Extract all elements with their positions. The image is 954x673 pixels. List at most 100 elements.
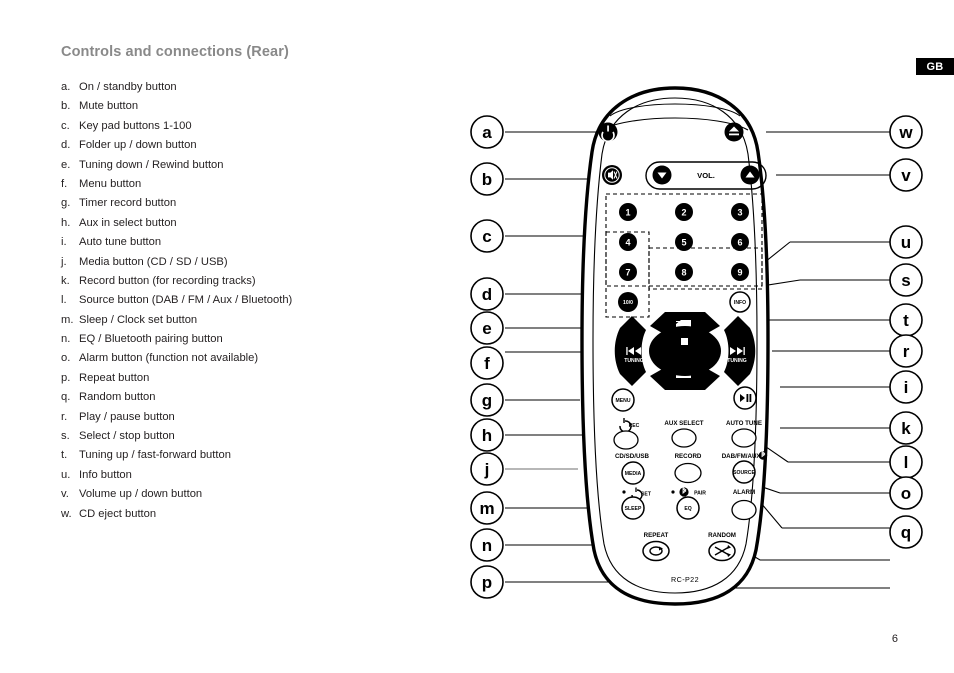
eq-button[interactable]: EQ: [676, 496, 700, 520]
keypad-button-label: 1: [625, 208, 630, 218]
list-item: f. Menu button: [61, 175, 391, 194]
tuning-up-sign: +: [735, 366, 739, 373]
list-item-key: w.: [61, 507, 72, 520]
keypad-button-zero[interactable]: 10/0: [618, 292, 638, 312]
clock-set-label: SET: [641, 492, 652, 498]
callout-letter: t: [903, 311, 909, 330]
list-item: m. Sleep / Clock set button: [61, 311, 391, 330]
eq-button-label: EQ: [684, 506, 691, 512]
list-item-label: Timer record button: [79, 197, 177, 210]
mute-button[interactable]: [602, 165, 622, 185]
keypad-button-6[interactable]: 6: [731, 233, 749, 251]
list-item-key: v.: [61, 488, 69, 501]
keypad-button-3[interactable]: 3: [731, 203, 749, 221]
list-item-key: h.: [61, 216, 71, 229]
callout-right-l: l: [889, 445, 923, 479]
keypad-button-1[interactable]: 1: [619, 203, 637, 221]
list-item-key: m.: [61, 313, 74, 326]
volume-down-button[interactable]: [652, 165, 672, 185]
callout-left-j: j: [470, 452, 504, 486]
callout-right-u: u: [889, 225, 923, 259]
tuning-down-label: TUNING: [624, 358, 644, 364]
list-item-label: Mute button: [79, 100, 139, 113]
list-item-key: j.: [61, 255, 67, 268]
keypad-button-label: 7: [625, 268, 630, 278]
list-item-label: Tuning down / Rewind button: [79, 158, 224, 171]
callout-right-w: w: [889, 115, 923, 149]
sleep-button[interactable]: SLEEP: [621, 496, 645, 520]
list-item: p. Repeat button: [61, 369, 391, 388]
page-number: 6: [891, 633, 898, 645]
list-item-label: Key pad buttons 1-100: [79, 119, 192, 132]
keypad-button-8[interactable]: 8: [675, 263, 693, 281]
tuning-up-label: TUNING: [727, 358, 747, 364]
list-item-key: b.: [61, 100, 71, 113]
record-button[interactable]: [674, 462, 702, 484]
source-button[interactable]: SOURCE: [732, 460, 756, 484]
repeat-button[interactable]: [642, 540, 670, 562]
callout-letter: k: [901, 419, 911, 438]
list-item: r. Play / pause button: [61, 408, 391, 427]
bluetooth-icon: [758, 450, 768, 460]
power-button[interactable]: [598, 122, 618, 143]
model-label: RC-P22: [671, 575, 699, 584]
eject-button[interactable]: [724, 122, 744, 142]
source-group-label: DAB/FM/AUX/: [722, 453, 763, 460]
list-item-key: n.: [61, 333, 71, 346]
keypad-button-9[interactable]: 9: [731, 263, 749, 281]
list-item-label: Select / stop button: [79, 430, 175, 443]
list-item-label: Media button (CD / SD / USB): [79, 255, 228, 268]
source-button-label: SOURCE: [733, 470, 755, 476]
callout-right-o: o: [889, 476, 923, 510]
info-button[interactable]: INFO: [729, 291, 751, 313]
list-item-key: g.: [61, 197, 71, 210]
play-pause-button[interactable]: [733, 386, 757, 410]
callout-left-a: a: [470, 115, 504, 149]
keypad-button-4[interactable]: 4: [619, 233, 637, 251]
callout-right-v: v: [889, 158, 923, 192]
aux-select-label: AUX SELECT: [664, 420, 703, 427]
navigation-pad: + - - TUNING - TUNING + SELECT: [614, 312, 756, 390]
callout-letter: b: [482, 170, 492, 189]
bluetooth-icon: [679, 486, 689, 497]
callout-right-q: q: [889, 515, 923, 549]
list-item-label: Record button (for recording tracks): [79, 274, 256, 287]
media-button[interactable]: MEDIA: [621, 461, 645, 485]
alarm-button[interactable]: [731, 499, 757, 521]
list-item-label: Info button: [79, 468, 132, 481]
keypad-button-2[interactable]: 2: [675, 203, 693, 221]
list-item-key: i.: [61, 236, 67, 249]
select-stop-button[interactable]: SELECT: [649, 326, 721, 376]
list-item: u. Info button: [61, 466, 391, 485]
callout-letter: c: [482, 227, 491, 246]
menu-button[interactable]: MENU: [611, 388, 635, 412]
keypad-button-label: 2: [681, 208, 686, 218]
keypad-button-5[interactable]: 5: [675, 233, 693, 251]
list-item-label: Repeat button: [79, 371, 150, 384]
callout-letter: d: [482, 285, 492, 304]
callout-right-k: k: [889, 411, 923, 445]
keypad-button-7[interactable]: 7: [619, 263, 637, 281]
sleep-button-label: SLEEP: [625, 506, 642, 512]
list-item-key: l.: [61, 294, 67, 307]
callout-letter: r: [903, 342, 910, 361]
callout-letter: q: [901, 523, 911, 542]
volume-up-button[interactable]: [740, 165, 760, 185]
callout-left-p: p: [470, 565, 504, 599]
list-item-key: c.: [61, 119, 70, 132]
list-item: h. Aux in select button: [61, 214, 391, 233]
list-item-label: EQ / Bluetooth pairing button: [79, 333, 223, 346]
random-button[interactable]: [708, 540, 736, 562]
list-item-label: Tuning up / fast-forward button: [79, 449, 231, 462]
remote-control-diagram: VOL. 1 2 3 4 5 6 7 8 9 10/0 INFO + - - T…: [460, 80, 930, 620]
list-item-key: f.: [61, 177, 68, 190]
list-item-key: a.: [61, 81, 71, 93]
pair-label: PAIR: [694, 491, 706, 497]
list-item: k. Record button (for recording tracks): [61, 272, 391, 291]
list-item-key: d.: [61, 139, 71, 152]
callout-letter: w: [898, 123, 913, 142]
callout-letter: l: [904, 453, 909, 472]
callout-letter: o: [901, 484, 911, 503]
select-button-label: SELECT: [670, 350, 700, 359]
callout-letter: f: [484, 354, 490, 373]
